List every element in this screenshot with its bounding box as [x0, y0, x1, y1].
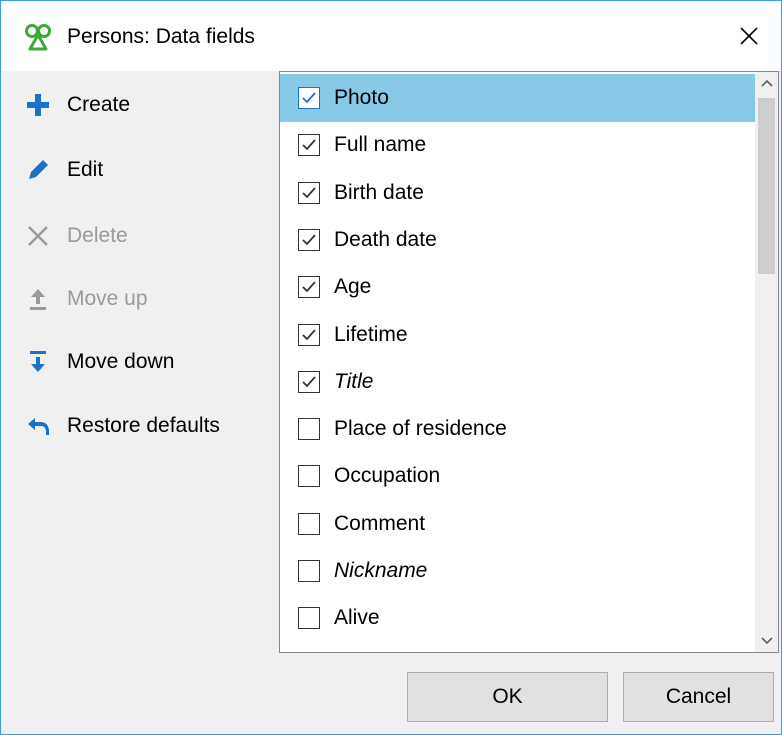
field-label: Alive [334, 606, 380, 630]
field-row[interactable]: Photo [280, 74, 755, 122]
move-up-icon [23, 284, 53, 314]
field-label: Age [334, 275, 372, 299]
field-checkbox[interactable] [298, 370, 320, 393]
field-row[interactable]: Age [280, 263, 755, 311]
field-row[interactable]: Comment [280, 500, 755, 548]
field-row[interactable]: Nickname [280, 547, 755, 595]
title-bar: Persons: Data fields [1, 1, 781, 71]
create-label: Create [67, 93, 131, 116]
pencil-icon [23, 155, 53, 185]
field-row[interactable]: Occupation [280, 452, 755, 500]
field-label: Death date [334, 227, 437, 251]
move-up-button[interactable]: Move up [23, 277, 148, 321]
checkmark-icon [302, 139, 316, 151]
scroll-up-button[interactable] [755, 72, 778, 94]
move-down-icon [23, 347, 53, 377]
checkmark-icon [302, 234, 316, 246]
field-checkbox[interactable] [298, 181, 320, 204]
field-checkbox[interactable] [298, 87, 320, 109]
undo-icon [23, 411, 53, 441]
field-checkbox[interactable] [298, 560, 320, 582]
delete-label: Delete [67, 224, 128, 247]
scroll-down-button[interactable] [755, 630, 778, 652]
field-label: Full name [334, 133, 427, 157]
field-checkbox[interactable] [298, 512, 320, 535]
checkmark-icon [302, 376, 316, 388]
field-row[interactable]: Birth date [280, 169, 755, 217]
field-row[interactable]: Death date [280, 216, 755, 264]
app-logo-icon [23, 23, 53, 53]
field-checkbox[interactable] [298, 418, 320, 441]
ok-button[interactable]: OK [407, 672, 608, 722]
scroll-thumb[interactable] [758, 98, 775, 274]
move-up-label: Move up [67, 287, 148, 310]
edit-button[interactable]: Edit [23, 148, 103, 192]
chevron-down-icon [760, 637, 773, 645]
restore-defaults-label: Restore defaults [67, 414, 220, 437]
field-label: Title [334, 369, 374, 393]
edit-label: Edit [67, 158, 104, 181]
close-icon [740, 27, 758, 45]
field-row[interactable]: Place of residence [280, 405, 755, 453]
restore-defaults-button[interactable]: Restore defaults [23, 404, 220, 448]
field-label: Lifetime [334, 322, 408, 346]
field-checkbox[interactable] [298, 134, 320, 157]
field-row[interactable]: Full name [280, 121, 755, 169]
field-label: Comment [334, 511, 426, 535]
checkmark-icon [302, 92, 316, 104]
move-down-label: Move down [67, 350, 175, 373]
field-row[interactable]: Lifetime [280, 311, 755, 359]
field-label: Nickname [334, 559, 428, 582]
x-icon [23, 221, 53, 251]
field-label: Place of residence [334, 417, 507, 441]
field-row[interactable]: Alive [280, 594, 755, 642]
create-button[interactable]: Create [23, 83, 130, 127]
field-checkbox[interactable] [298, 607, 320, 630]
vertical-scrollbar[interactable] [755, 72, 778, 652]
field-checkbox[interactable] [298, 465, 320, 488]
field-checkbox[interactable] [298, 276, 320, 299]
field-label: Occupation [334, 464, 441, 488]
move-down-button[interactable]: Move down [23, 340, 174, 384]
field-label: Birth date [334, 180, 424, 204]
plus-icon [23, 90, 53, 120]
fields-list[interactable]: Photo Full name Birth date Death date Age Lif… [279, 71, 779, 653]
field-checkbox[interactable] [298, 228, 320, 251]
close-button[interactable] [717, 1, 781, 71]
dialog-window: Persons: Data fields Create Edit Delete … [0, 0, 782, 735]
cancel-button[interactable]: Cancel [623, 672, 774, 722]
field-label: Photo [334, 86, 389, 109]
checkmark-icon [302, 281, 316, 293]
field-checkbox[interactable] [298, 323, 320, 346]
delete-button[interactable]: Delete [23, 214, 128, 258]
chevron-up-icon [760, 79, 773, 87]
fields-list-viewport: Photo Full name Birth date Death date Age Lif… [280, 72, 755, 652]
field-row[interactable]: Title [280, 358, 755, 406]
checkmark-icon [302, 328, 316, 340]
window-title: Persons: Data fields [67, 25, 255, 48]
checkmark-icon [302, 186, 316, 198]
